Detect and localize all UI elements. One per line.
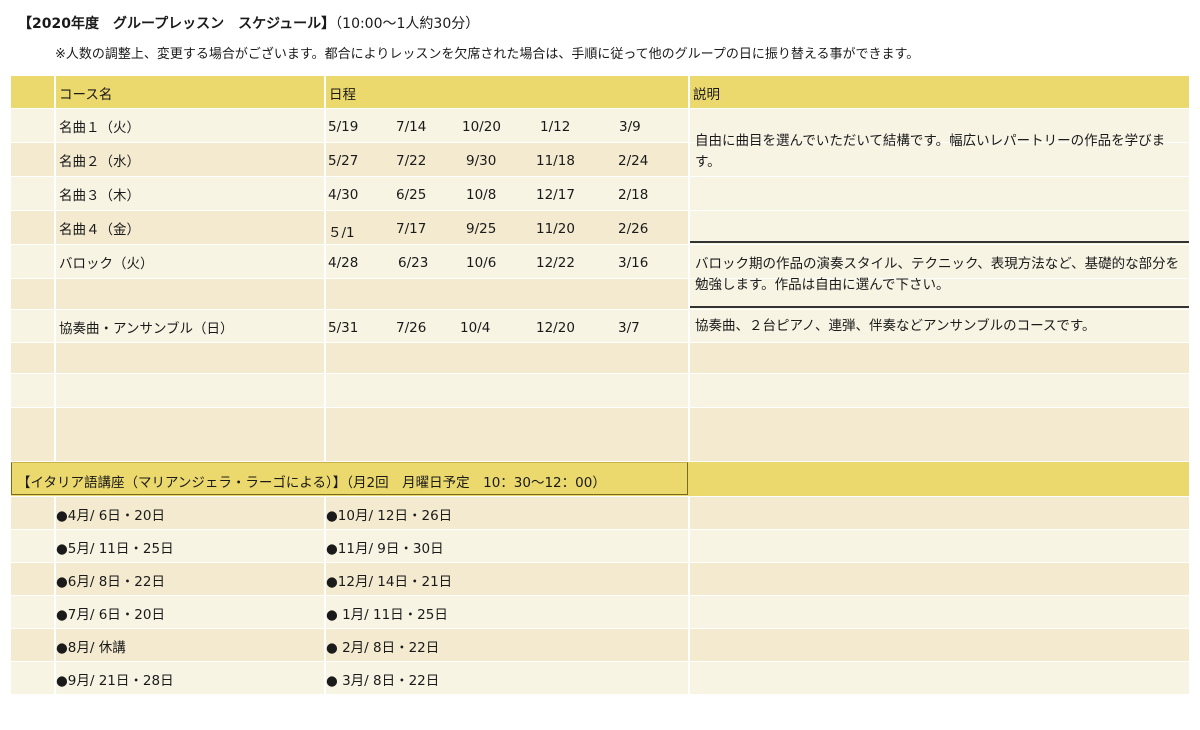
- divider: [690, 241, 1189, 243]
- course-date: 7/26: [396, 320, 427, 336]
- header-schedule: 日程: [329, 87, 356, 103]
- course-name: 名曲３（木）: [59, 188, 140, 204]
- course-date: 10/8: [466, 187, 497, 203]
- table-row: 名曲４（金） ５/1 7/17 9/25 11/20 2/26: [11, 211, 1189, 244]
- course-date: 2/24: [618, 153, 649, 169]
- table-row: [11, 343, 1189, 373]
- italian-date: ●4月/ 6日・20日: [56, 508, 165, 524]
- course-date: 7/14: [396, 119, 427, 135]
- italian-date: ● 3月/ 8日・22日: [326, 673, 440, 689]
- course-date: 9/25: [466, 221, 497, 237]
- list-item: ●7月/ 6日・20日 ● 1月/ 11日・25日: [11, 596, 1189, 628]
- description-baroque: バロック期の作品の演奏スタイル、テクニック、表現方法など、基礎的な部分を勉強しま…: [695, 256, 1180, 293]
- course-name: 名曲４（金）: [59, 222, 140, 238]
- italian-date: ●5月/ 11日・25日: [56, 541, 174, 557]
- header-description: 説明: [693, 87, 720, 103]
- italian-course-header: 【イタリア語講座（マリアンジェラ・ラーゴによる）】（月2回 月曜日予定 10：3…: [11, 462, 1189, 496]
- header-course: コース名: [59, 87, 113, 103]
- list-item: ●8月/ 休講 ● 2月/ 8日・22日: [11, 629, 1189, 661]
- italian-date: ●9月/ 21日・28日: [56, 673, 174, 689]
- course-date: 7/22: [396, 153, 427, 169]
- course-date: 12/17: [536, 187, 575, 203]
- course-name: 協奏曲・アンサンブル（日）: [59, 321, 234, 337]
- list-item: ●4月/ 6日・20日 ●10月/ 12日・26日: [11, 497, 1189, 529]
- description-ensemble: 協奏曲、２台ピアノ、連弾、伴奏などアンサンブルのコースです。: [695, 318, 1096, 334]
- course-date: 9/30: [466, 153, 497, 169]
- course-date: 10/6: [466, 255, 497, 271]
- course-date: 5/27: [328, 153, 359, 169]
- italian-date: ●11月/ 9日・30日: [326, 541, 444, 557]
- course-date: 5/31: [328, 320, 359, 336]
- course-name: 名曲１（火）: [59, 120, 140, 136]
- italian-course-title: 【イタリア語講座（マリアンジェラ・ラーゴによる）】（月2回 月曜日予定 10：3…: [17, 475, 606, 491]
- table-row: [11, 374, 1189, 407]
- table-row: [11, 408, 1189, 461]
- course-date: 3/7: [618, 320, 640, 336]
- course-date: 11/18: [536, 153, 575, 169]
- italian-date: ● 2月/ 8日・22日: [326, 640, 440, 656]
- list-item: ●6月/ 8日・22日 ●12月/ 14日・21日: [11, 563, 1189, 595]
- italian-course-box: 【イタリア語講座（マリアンジェラ・ラーゴによる）】（月2回 月曜日予定 10：3…: [11, 462, 688, 495]
- course-date: 2/18: [618, 187, 649, 203]
- course-date: 2/26: [618, 221, 649, 237]
- course-date: 4/30: [328, 187, 359, 203]
- schedule-note: ※人数の調整上、変更する場合がございます。都合によりレッスンを欠席された場合は、…: [55, 47, 920, 62]
- course-date: 3/16: [618, 255, 649, 271]
- page-title: 【2020年度 グループレッスン スケジュール】（10:00〜1人約30分）: [18, 16, 480, 32]
- course-date: 12/22: [536, 255, 575, 271]
- italian-date: ●12月/ 14日・21日: [326, 574, 453, 590]
- course-date: 7/17: [396, 221, 427, 237]
- course-date: 11/20: [536, 221, 575, 237]
- course-date: 10/4: [460, 320, 491, 336]
- italian-date: ●7月/ 6日・20日: [56, 607, 165, 623]
- italian-date: ●10月/ 12日・26日: [326, 508, 453, 524]
- course-name: バロック（火）: [59, 256, 154, 272]
- italian-date: ●6月/ 8日・22日: [56, 574, 165, 590]
- course-date: 6/25: [396, 187, 427, 203]
- description-meikyoku: 自由に曲目を選んでいただいて結構です。幅広いレパートリーの作品を学びます。: [695, 133, 1166, 170]
- table-row: 名曲３（木） 4/30 6/25 10/8 12/17 2/18: [11, 177, 1189, 210]
- list-item: ●9月/ 21日・28日 ● 3月/ 8日・22日: [11, 662, 1189, 694]
- divider: [690, 306, 1189, 308]
- course-name: 名曲２（水）: [59, 154, 140, 170]
- course-date: 5/19: [328, 119, 359, 135]
- course-date: 3/9: [619, 119, 641, 135]
- italian-date: ●8月/ 休講: [56, 640, 126, 656]
- course-date: 1/12: [540, 119, 571, 135]
- course-date: 10/20: [462, 119, 501, 135]
- list-item: ●5月/ 11日・25日 ●11月/ 9日・30日: [11, 530, 1189, 562]
- course-date: 6/23: [398, 255, 429, 271]
- table-header-row: コース名 日程 説明: [11, 76, 1189, 108]
- course-date: 12/20: [536, 320, 575, 336]
- course-date: ５/1: [328, 225, 355, 241]
- italian-date: ● 1月/ 11日・25日: [326, 607, 448, 623]
- course-date: 4/28: [328, 255, 359, 271]
